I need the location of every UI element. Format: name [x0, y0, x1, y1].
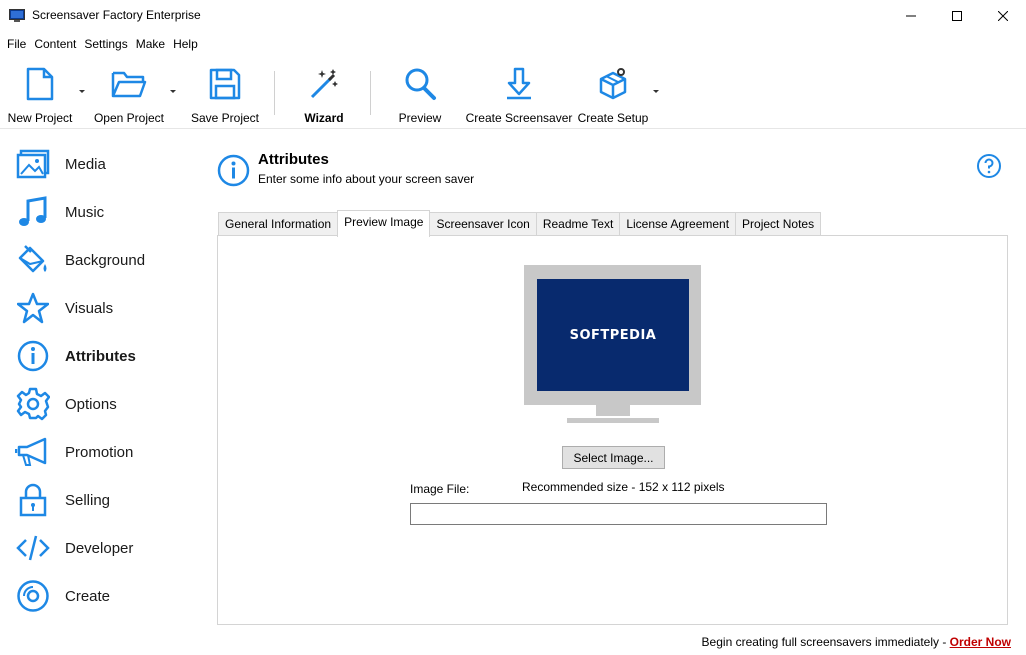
magnifier-icon	[403, 63, 437, 105]
tab-general-information[interactable]: General Information	[218, 212, 339, 236]
new-document-icon	[25, 63, 55, 105]
sidebar-item-options[interactable]: Options	[14, 384, 204, 424]
sidebar-item-visuals[interactable]: Visuals	[14, 288, 204, 328]
tab-readme-text[interactable]: Readme Text	[535, 212, 621, 236]
image-icon	[14, 145, 52, 183]
recommended-size-text: Recommended size - 152 x 112 pixels	[522, 480, 725, 494]
disc-icon	[14, 577, 52, 615]
magic-wand-icon	[307, 63, 341, 105]
order-now-link[interactable]: Order Now	[950, 635, 1011, 649]
sidebar-item-label: Create	[65, 587, 111, 605]
sidebar-item-label: Music	[65, 203, 105, 221]
monitor-base	[567, 418, 659, 423]
sidebar-item-label: Media	[65, 155, 106, 173]
monitor-stand	[596, 405, 630, 416]
create-screensaver-button[interactable]: Create Screensaver	[465, 57, 573, 129]
open-project-dropdown-icon[interactable]	[169, 89, 177, 95]
sidebar-item-selling[interactable]: Selling	[14, 480, 204, 520]
preview-label: Preview	[398, 111, 442, 125]
save-project-button[interactable]: Save Project	[190, 57, 260, 129]
sidebar-item-promotion[interactable]: Promotion	[14, 432, 204, 472]
folder-icon	[111, 63, 147, 105]
star-icon	[14, 289, 52, 327]
window-title: Screensaver Factory Enterprise	[32, 8, 201, 22]
new-project-button[interactable]: New Project	[6, 57, 74, 129]
megaphone-icon	[14, 433, 52, 471]
toolbar-separator	[370, 71, 371, 115]
sidebar-item-label: Visuals	[65, 299, 114, 317]
sidebar-item-developer[interactable]: Developer	[14, 528, 204, 568]
menu-content[interactable]: Content	[30, 33, 80, 55]
menu-make[interactable]: Make	[132, 33, 169, 55]
new-project-dropdown-icon[interactable]	[78, 89, 86, 95]
info-icon	[14, 337, 52, 375]
package-box-icon	[596, 63, 630, 105]
image-file-input[interactable]	[410, 503, 827, 525]
maximize-button[interactable]	[934, 0, 980, 32]
create-screensaver-label: Create Screensaver	[465, 111, 573, 125]
save-project-label: Save Project	[190, 111, 260, 125]
paint-bucket-icon	[14, 241, 52, 279]
footer-promo: Begin creating full screensavers immedia…	[702, 635, 1011, 649]
sidebar-item-label: Options	[65, 395, 117, 413]
tab-screensaver-icon[interactable]: Screensaver Icon	[429, 212, 537, 236]
sidebar-item-music[interactable]: Music	[14, 192, 204, 232]
create-setup-dropdown-icon[interactable]	[652, 89, 660, 95]
download-arrow-icon	[504, 63, 534, 105]
sidebar-item-media[interactable]: Media	[14, 144, 204, 184]
info-icon	[217, 154, 250, 187]
wizard-button[interactable]: Wizard	[296, 57, 352, 129]
app-icon	[9, 9, 25, 22]
create-setup-label: Create Setup	[577, 111, 649, 125]
gear-icon	[14, 385, 52, 423]
maximize-icon	[952, 11, 962, 21]
sidebar-item-label: Attributes	[65, 347, 136, 365]
menu-settings[interactable]: Settings	[80, 33, 131, 55]
new-project-label: New Project	[7, 111, 73, 125]
sidebar-item-label: Background	[65, 251, 146, 269]
tab-project-notes[interactable]: Project Notes	[735, 212, 822, 236]
code-icon	[14, 529, 52, 567]
monitor-preview: SOFTPEDIA	[524, 265, 701, 405]
sidebar-item-label: Promotion	[65, 443, 134, 461]
toolbar: New Project Open Project Save Project Wi…	[0, 57, 1026, 129]
tab-preview-image[interactable]: Preview Image	[337, 210, 431, 237]
footer-text: Begin creating full screensavers immedia…	[701, 635, 950, 649]
close-button[interactable]	[980, 0, 1026, 32]
close-icon	[998, 11, 1008, 21]
preview-button[interactable]: Preview	[392, 57, 448, 129]
preview-screen: SOFTPEDIA	[537, 279, 689, 391]
select-image-button[interactable]: Select Image...	[562, 446, 665, 469]
title-bar: Screensaver Factory Enterprise	[0, 0, 1026, 32]
floppy-disk-icon	[209, 63, 241, 105]
open-project-button[interactable]: Open Project	[92, 57, 166, 129]
minimize-button[interactable]	[888, 0, 934, 32]
help-icon[interactable]	[976, 153, 1002, 179]
page-subtitle: Enter some info about your screen saver	[258, 172, 475, 186]
wizard-label: Wizard	[304, 111, 344, 125]
minimize-icon	[906, 15, 916, 17]
preview-logo: SOFTPEDIA	[569, 327, 657, 343]
sidebar-item-label: Developer	[65, 539, 134, 557]
page-title: Attributes	[258, 151, 329, 168]
music-note-icon	[14, 193, 52, 231]
menu-file[interactable]: File	[3, 33, 30, 55]
toolbar-separator	[274, 71, 275, 115]
lock-icon	[14, 481, 52, 519]
open-project-label: Open Project	[93, 111, 165, 125]
menu-bar: File Content Settings Make Help	[0, 33, 202, 55]
sidebar-item-attributes[interactable]: Attributes	[14, 336, 204, 376]
tab-license-agreement[interactable]: License Agreement	[619, 212, 737, 236]
sidebar-item-background[interactable]: Background	[14, 240, 204, 280]
sidebar-item-label: Selling	[65, 491, 111, 509]
sidebar-item-create[interactable]: Create	[14, 576, 204, 616]
create-setup-button[interactable]: Create Setup	[578, 57, 648, 129]
image-file-label: Image File:	[410, 482, 470, 496]
tab-bar: General Information Preview Image Screen…	[218, 210, 822, 237]
menu-help[interactable]: Help	[169, 33, 202, 55]
